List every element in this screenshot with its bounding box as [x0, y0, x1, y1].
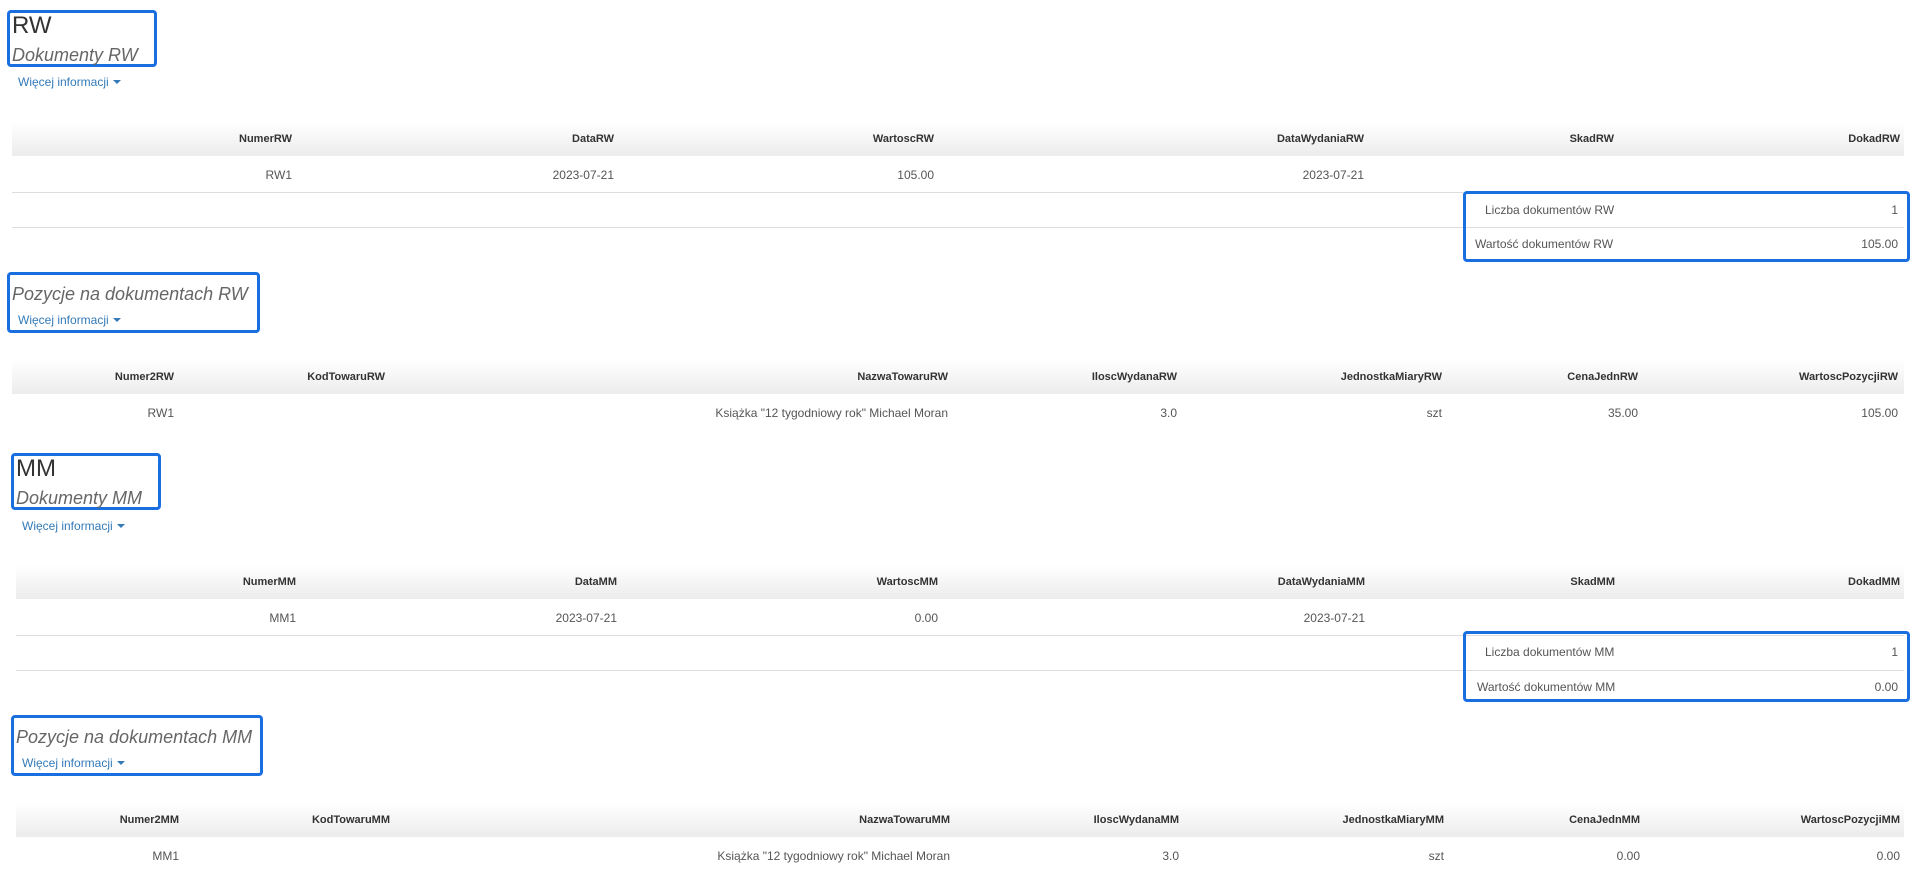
rw-col-wartosc[interactable]: WartoscRW [873, 133, 934, 145]
mm-summary-value-label: Wartość dokumentów MM [1477, 680, 1616, 694]
rw-col-data[interactable]: DataRW [572, 133, 614, 145]
rw-items-subtitle: Pozycje na dokumentach RW [12, 284, 248, 304]
caret-down-icon [112, 80, 121, 84]
rw-items-cell-cena: 35.00 [1607, 406, 1638, 420]
rw-summary-value-value: 105.00 [1861, 237, 1898, 251]
mm-cell-data-wydania: 2023-07-21 [1303, 611, 1365, 625]
rw-cell-data: 2023-07-21 [552, 168, 614, 182]
rw-col-data-wydania[interactable]: DataWydaniaRW [1277, 133, 1364, 145]
mm-more-info-link[interactable]: Więcej informacji [22, 520, 125, 532]
mm-cell-wartosc: 0.00 [914, 611, 938, 625]
mm-cell-numer: MM1 [269, 611, 296, 625]
mm-items-col-kod-towaru[interactable]: KodTowaruMM [312, 814, 390, 826]
rw-items-col-wartosc-pozycji[interactable]: WartoscPozycjiRW [1799, 371, 1898, 383]
mm-items-cell-nazwa-towaru: Książka "12 tygodniowy rok" Michael Mora… [717, 849, 950, 863]
rw-summary-count-label: Liczba dokumentów RW [1485, 203, 1615, 217]
rw-more-info-link[interactable]: Więcej informacji [18, 76, 121, 88]
rw-col-dokad[interactable]: DokadRW [1848, 133, 1900, 145]
rw-cell-data-wydania: 2023-07-21 [1302, 168, 1364, 182]
rw-items-col-nazwa-towaru[interactable]: NazwaTowaruRW [857, 371, 948, 383]
rw-summary-count-value: 1 [1891, 203, 1898, 217]
rw-cell-wartosc: 105.00 [897, 168, 934, 182]
caret-down-icon [112, 318, 121, 322]
mm-summary-count-label: Liczba dokumentów MM [1485, 645, 1615, 659]
mm-subtitle: Dokumenty MM [16, 488, 143, 508]
caret-down-icon [116, 761, 125, 765]
mm-items-col-wartosc-pozycji[interactable]: WartoscPozycjiMM [1801, 814, 1900, 826]
mm-items-col-nazwa-towaru[interactable]: NazwaTowaruMM [859, 814, 950, 826]
rw-items-cell-numer2: RW1 [147, 406, 174, 420]
mm-items-more-info-link[interactable]: Więcej informacji [22, 757, 125, 769]
rw-items-col-ilosc[interactable]: IloscWydanaRW [1092, 371, 1177, 383]
mm-items-cell-ilosc: 3.0 [1162, 849, 1179, 863]
mm-items-subtitle: Pozycje na dokumentach MM [16, 727, 253, 747]
rw-items-col-jednostka[interactable]: JednostkaMiaryRW [1341, 371, 1442, 383]
mm-cell-data: 2023-07-21 [555, 611, 617, 625]
rw-items-col-cena[interactable]: CenaJednRW [1567, 371, 1638, 383]
rw-subtitle: Dokumenty RW [12, 45, 138, 65]
rw-title: RW [12, 12, 52, 39]
mm-items-cell-numer2: MM1 [152, 849, 179, 863]
rw-items-cell-wartosc-pozycji: 105.00 [1861, 406, 1898, 420]
mm-items-cell-jednostka: szt [1428, 849, 1444, 863]
rw-col-numer[interactable]: NumerRW [239, 133, 292, 145]
rw-table-header [12, 122, 1904, 156]
mm-col-skad[interactable]: SkadMM [1570, 576, 1615, 588]
mm-title: MM [16, 455, 56, 482]
mm-items-col-numer2[interactable]: Numer2MM [120, 814, 179, 826]
rw-summary-value-label: Wartość dokumentów RW [1475, 237, 1614, 251]
mm-col-numer[interactable]: NumerMM [243, 576, 296, 588]
mm-items-col-jednostka[interactable]: JednostkaMiaryMM [1343, 814, 1444, 826]
rw-items-cell-ilosc: 3.0 [1160, 406, 1177, 420]
mm-items-cell-cena: 0.00 [1616, 849, 1640, 863]
rw-summary-highlight [1463, 191, 1910, 262]
rw-items-col-kod-towaru[interactable]: KodTowaruRW [307, 371, 385, 383]
rw-col-skad[interactable]: SkadRW [1570, 133, 1614, 145]
mm-items-col-cena[interactable]: CenaJednMM [1569, 814, 1640, 826]
mm-col-wartosc[interactable]: WartoscMM [877, 576, 938, 588]
mm-col-data-wydania[interactable]: DataWydaniaMM [1278, 576, 1365, 588]
caret-down-icon [116, 524, 125, 528]
mm-table-header [16, 565, 1904, 599]
mm-summary-value-value: 0.00 [1874, 680, 1898, 694]
rw-items-col-numer2[interactable]: Numer2RW [115, 371, 174, 383]
rw-items-more-info-link[interactable]: Więcej informacji [18, 314, 121, 326]
mm-items-col-ilosc[interactable]: IloscWydanaMM [1094, 814, 1179, 826]
rw-items-cell-jednostka: szt [1426, 406, 1442, 420]
mm-col-data[interactable]: DataMM [575, 576, 617, 588]
mm-col-dokad[interactable]: DokadMM [1848, 576, 1900, 588]
mm-summary-count-value: 1 [1891, 645, 1898, 659]
rw-cell-numer: RW1 [265, 168, 292, 182]
rw-items-cell-nazwa-towaru: Książka "12 tygodniowy rok" Michael Mora… [715, 406, 948, 420]
mm-items-cell-wartosc-pozycji: 0.00 [1876, 849, 1900, 863]
